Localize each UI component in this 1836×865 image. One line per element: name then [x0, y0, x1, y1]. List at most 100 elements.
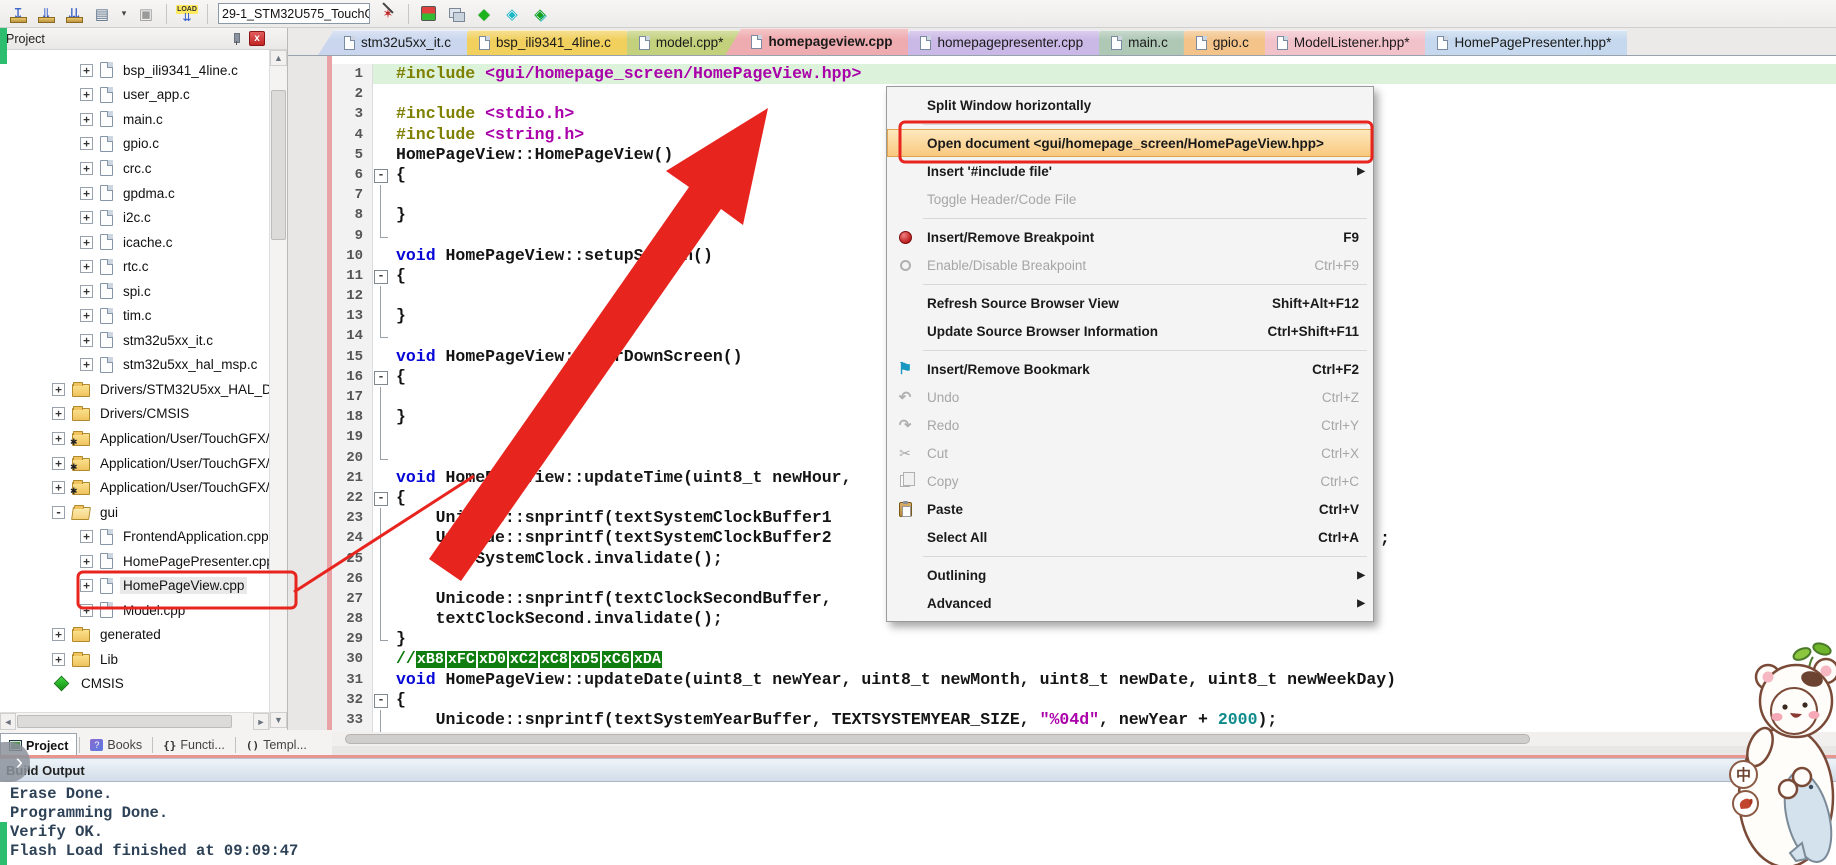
tree-item-bsp-ili9341-4line-c[interactable]: + bsp_ili9341_4line.c	[0, 58, 269, 83]
tree-item-frontendapplication-cpp[interactable]: + FrontendApplication.cpp	[0, 524, 269, 549]
fold-collapse-icon[interactable]	[373, 487, 389, 509]
tree-vscroll-thumb[interactable]	[271, 90, 286, 240]
menu-item-redo[interactable]: ↷ Redo Ctrl+Y	[887, 411, 1373, 439]
scroll-down-icon[interactable]: ▼	[270, 712, 287, 728]
editor-tab-modellistener-hpp[interactable]: ModelListener.hpp*	[1251, 30, 1426, 55]
tree-item-stm32u5xx-it-c[interactable]: + stm32u5xx_it.c	[0, 328, 269, 353]
pack-installer-icon[interactable]: ◈	[500, 3, 524, 25]
tree-item-user-app-c[interactable]: + user_app.c	[0, 83, 269, 108]
stop-build-icon[interactable]: ▣	[134, 3, 158, 25]
tree-item-spi-c[interactable]: + spi.c	[0, 279, 269, 304]
expand-icon[interactable]: +	[80, 579, 93, 593]
scroll-right-icon[interactable]: ►	[253, 713, 269, 730]
code-line-29[interactable]: 29}	[332, 629, 1836, 650]
ime-squirrel-badge[interactable]	[1732, 790, 1759, 817]
build-icon[interactable]: ⇓	[34, 3, 58, 25]
panel-tab-books[interactable]: ? Books	[82, 733, 150, 757]
fold-collapse-icon[interactable]	[373, 265, 389, 287]
menu-item-undo[interactable]: ↶ Undo Ctrl+Z	[887, 383, 1373, 411]
menu-item-toggle-header-code-file[interactable]: Toggle Header/Code File	[887, 185, 1373, 213]
tree-item-drivers-cmsis[interactable]: + Drivers/CMSIS	[0, 402, 269, 427]
build-output-header[interactable]: Build Output	[0, 758, 1836, 782]
expand-icon[interactable]: +	[80, 554, 93, 568]
translate-file-icon[interactable]: ↧	[6, 3, 30, 25]
expand-icon[interactable]: +	[80, 235, 93, 249]
menu-item-open-document-gui-homepage-screen-homepa[interactable]: Open document <gui/homepage_screen/HomeP…	[887, 129, 1373, 157]
expand-icon[interactable]: +	[52, 628, 65, 642]
editor-tab-homepageview-cpp[interactable]: homepageview.cpp	[725, 28, 908, 55]
expand-icon[interactable]: +	[80, 530, 93, 544]
tree-vertical-scrollbar[interactable]: ▲ ▼	[269, 50, 287, 739]
flash-config-wand-icon[interactable]: ✶	[376, 3, 400, 25]
tree-item-gui[interactable]: - gui	[0, 500, 269, 525]
expand-icon[interactable]: +	[80, 186, 93, 200]
tree-item-main-c[interactable]: + main.c	[0, 107, 269, 132]
editor-horizontal-scrollbar[interactable]	[327, 732, 1836, 746]
batch-build-dropdown-icon[interactable]: ▾	[118, 3, 130, 25]
target-select-combo[interactable]: 29-1_STM32U575_TouchG▾	[218, 3, 370, 24]
editor-tab-stm32u5xx-it-c[interactable]: stm32u5xx_it.c	[318, 30, 467, 55]
ime-language-badge[interactable]: 中	[1729, 760, 1758, 789]
window-layout-icon[interactable]	[444, 3, 468, 25]
menu-item-enable-disable-breakpoint[interactable]: Enable/Disable Breakpoint Ctrl+F9	[887, 251, 1373, 279]
tree-item-tim-c[interactable]: + tim.c	[0, 303, 269, 328]
expand-icon[interactable]: +	[52, 481, 65, 495]
editor-tab-gpio-c[interactable]: gpio.c	[1170, 30, 1265, 55]
menu-item-insert-remove-bookmark[interactable]: ⚑ Insert/Remove Bookmark Ctrl+F2	[887, 355, 1373, 383]
batch-build-icon[interactable]: ▤	[90, 3, 114, 25]
expand-icon[interactable]: +	[80, 211, 93, 225]
expand-icon[interactable]: +	[80, 88, 93, 102]
menu-item-insert-remove-breakpoint[interactable]: Insert/Remove Breakpoint F9	[887, 223, 1373, 251]
tree-item-homepagepresenter-cpp[interactable]: + HomePagePresenter.cpp	[0, 549, 269, 574]
scroll-up-icon[interactable]: ▲	[270, 50, 287, 66]
tree-item-i2c-c[interactable]: + i2c.c	[0, 205, 269, 230]
tree-item-model-cpp[interactable]: + Model.cpp	[0, 598, 269, 623]
tree-item-rtc-c[interactable]: + rtc.c	[0, 254, 269, 279]
download-to-flash-icon[interactable]: LOAD ⇊	[175, 3, 199, 25]
panel-close-button[interactable]: x	[249, 31, 265, 46]
code-line-33[interactable]: 33 Unicode::snprintf(textSystemYearBuffe…	[332, 710, 1836, 731]
fold-collapse-icon[interactable]	[373, 689, 389, 710]
expand-icon[interactable]: +	[80, 63, 93, 77]
editor-tab-homepagepresenter-hpp[interactable]: HomePagePresenter.hpp*	[1411, 30, 1627, 55]
collapse-icon[interactable]: -	[52, 505, 65, 519]
tree-item-crc-c[interactable]: + crc.c	[0, 156, 269, 181]
editor-tab-model-cpp[interactable]: model.cpp*	[613, 30, 740, 55]
menu-item-copy[interactable]: Copy Ctrl+C	[887, 467, 1373, 495]
expand-icon[interactable]: +	[80, 603, 93, 617]
menu-item-split-window-horizontally[interactable]: Split Window horizontally	[887, 91, 1373, 119]
expand-icon[interactable]: +	[80, 284, 93, 298]
tree-item-gpdma-c[interactable]: + gpdma.c	[0, 181, 269, 206]
code-line-30[interactable]: 30 //xB8 xFC xD0 xC2 xC8 xD5 xC6 xDA	[332, 649, 1836, 670]
editor-tab-bsp-ili9341-4line-c[interactable]: bsp_ili9341_4line.c	[453, 30, 627, 55]
expand-icon[interactable]: +	[80, 260, 93, 274]
expand-icon[interactable]: +	[80, 137, 93, 151]
editor-hscroll-thumb[interactable]	[345, 734, 1530, 744]
tree-hscroll-thumb[interactable]	[17, 715, 232, 728]
tree-item-cmsis[interactable]: CMSIS	[0, 672, 269, 697]
panel-tab-templ[interactable]: () Templ...	[238, 733, 315, 757]
tree-item-icache-c[interactable]: + icache.c	[0, 230, 269, 255]
menu-item-refresh-source-browser-view[interactable]: Refresh Source Browser View Shift+Alt+F12	[887, 289, 1373, 317]
menu-item-paste[interactable]: Paste Ctrl+V	[887, 495, 1373, 523]
debug-session-icon[interactable]	[421, 6, 436, 21]
menu-item-select-all[interactable]: Select All Ctrl+A	[887, 523, 1373, 551]
menu-item-outlining[interactable]: Outlining ▶	[887, 561, 1373, 589]
rebuild-all-icon[interactable]: ⇊	[62, 3, 86, 25]
menu-item-update-source-browser-information[interactable]: Update Source Browser Information Ctrl+Sh…	[887, 317, 1373, 345]
editor-tab-main-c[interactable]: main.c	[1085, 30, 1184, 55]
fold-collapse-icon[interactable]	[373, 366, 389, 387]
tree-item-stm32u5xx-hal-msp-c[interactable]: + stm32u5xx_hal_msp.c	[0, 353, 269, 378]
expand-icon[interactable]: +	[80, 161, 93, 175]
tree-item-homepageview-cpp[interactable]: + HomePageView.cpp	[0, 573, 269, 598]
expand-icon[interactable]: +	[52, 652, 65, 666]
expand-icon[interactable]: +	[52, 382, 65, 396]
fold-collapse-icon[interactable]	[373, 164, 389, 186]
tree-item-generated[interactable]: + generated	[0, 623, 269, 648]
tree-horizontal-scrollbar[interactable]: ◄ ►	[0, 712, 269, 730]
manage-rte-icon[interactable]: ◆	[472, 3, 496, 25]
expand-icon[interactable]: +	[52, 407, 65, 421]
code-line-32[interactable]: 32 {	[332, 689, 1836, 710]
code-line-31[interactable]: 31 void HomePageView::updateDate(uint8_t …	[332, 669, 1836, 690]
scroll-left-icon[interactable]: ◄	[0, 713, 16, 730]
